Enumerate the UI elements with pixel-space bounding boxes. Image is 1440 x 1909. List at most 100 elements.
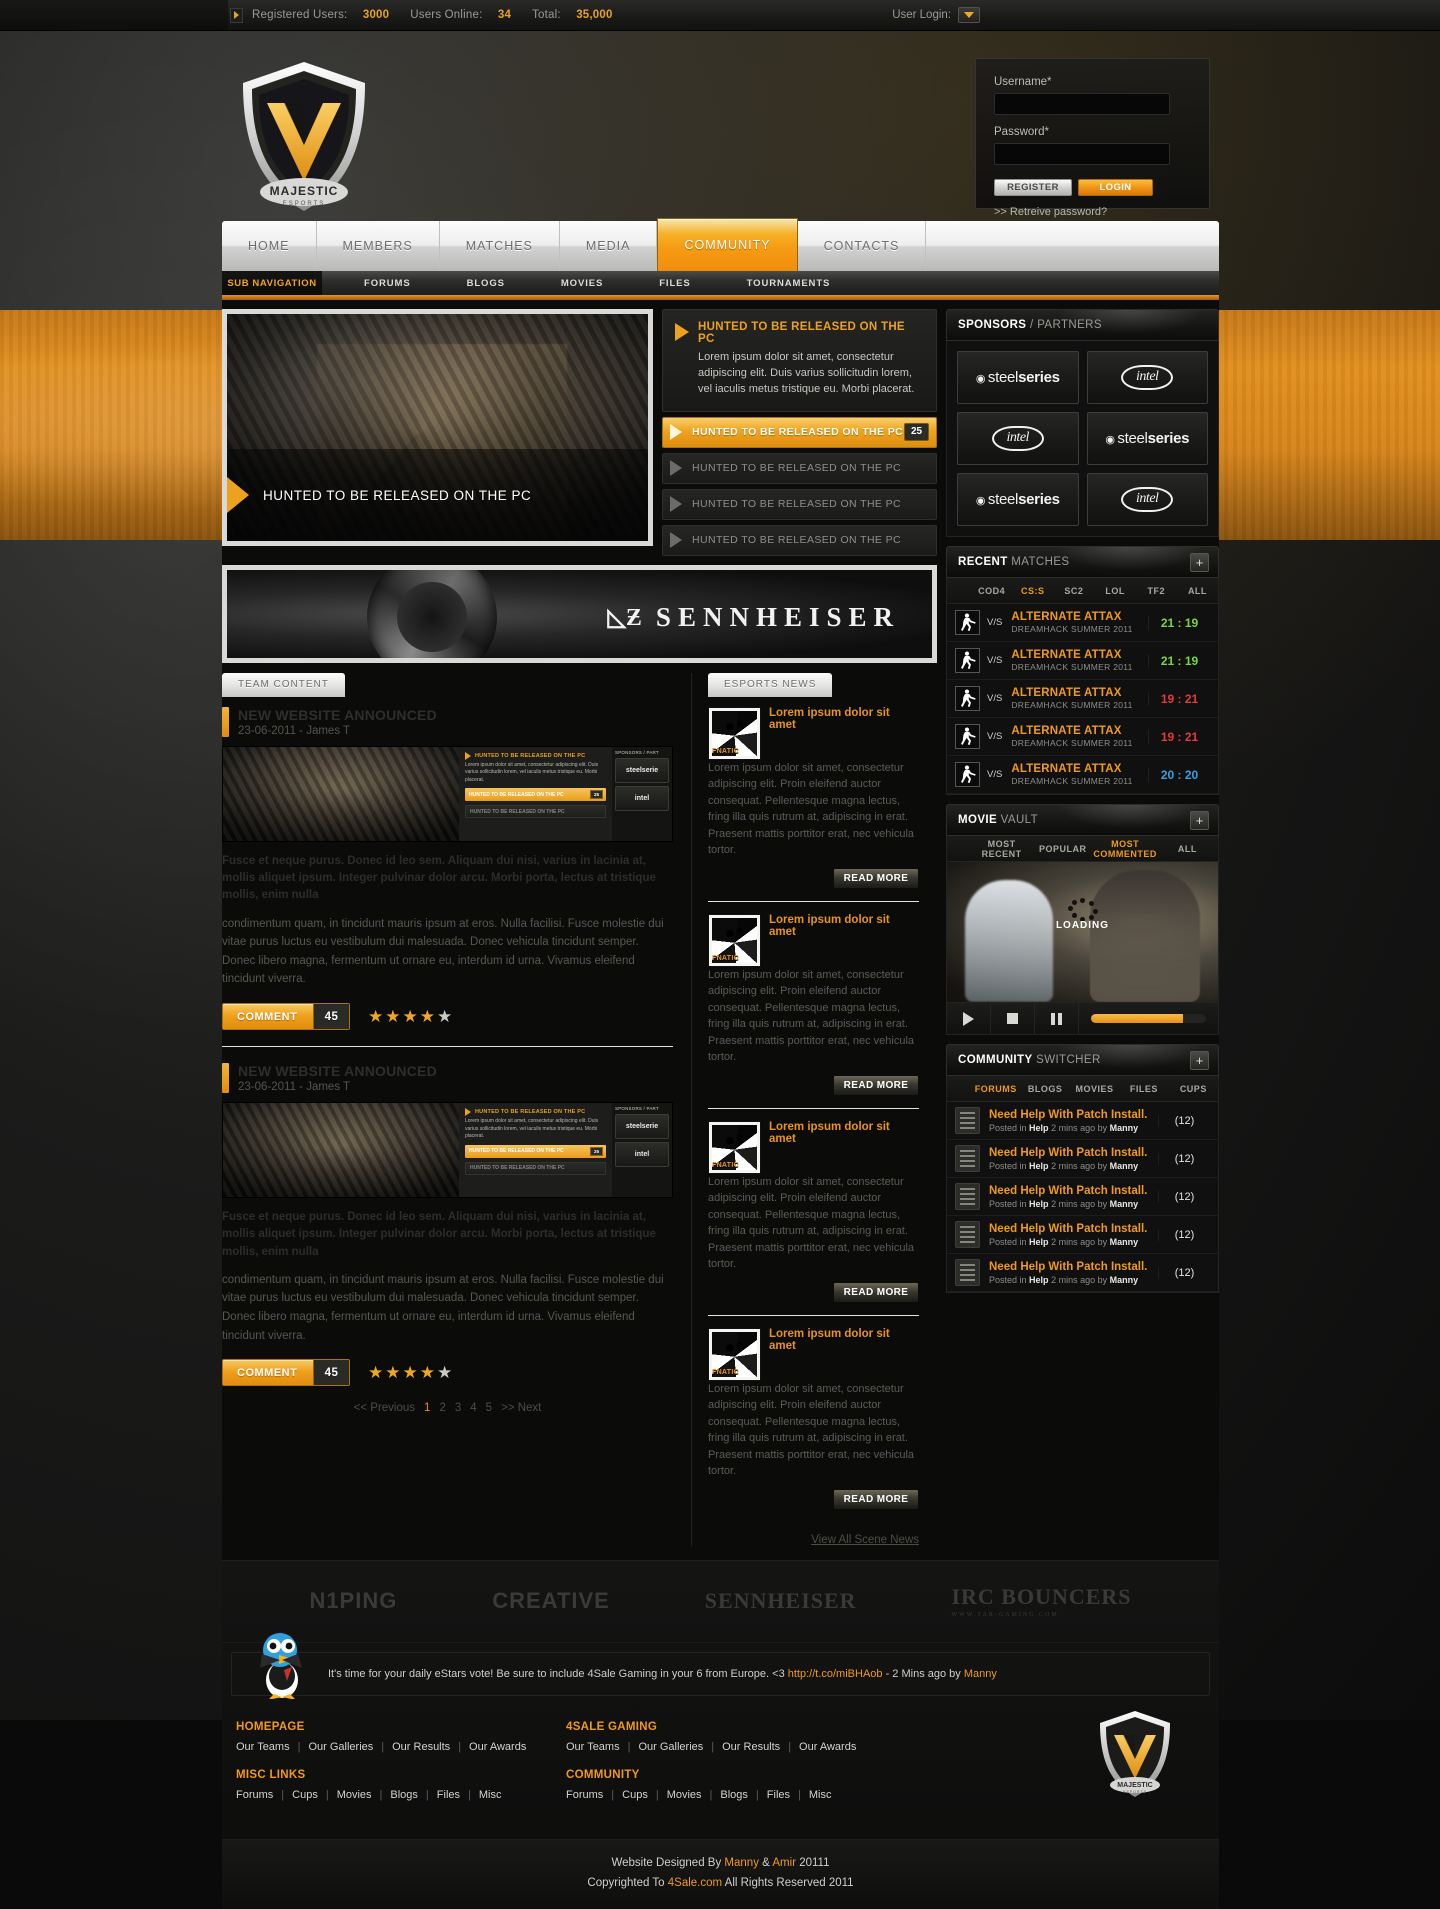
tab-movies[interactable]: MOVIES [1070,1084,1119,1094]
footer-link[interactable]: Our Galleries [638,1741,703,1753]
expand-arrow-icon[interactable] [230,7,243,23]
rating-star[interactable]: ★ [403,1364,418,1381]
tab-files[interactable]: FILES [1119,1084,1168,1094]
footer-link[interactable]: Movies [667,1789,702,1801]
rating-star[interactable]: ★ [437,1364,452,1381]
community-expand-button[interactable]: + [1190,1051,1209,1070]
footer-link[interactable]: Our Galleries [308,1741,373,1753]
match-row[interactable]: V/S ALTERNATE ATTAX DREAMHACK SUMMER 2011 2… [947,642,1218,680]
match-row[interactable]: V/S ALTERNATE ATTAX DREAMHACK SUMMER 2011 2… [947,756,1218,794]
tab-cod4[interactable]: COD4 [971,586,1012,596]
sponsor-logo-steelseries[interactable]: steelseries [957,351,1079,404]
footer-sponsor-n1ping[interactable]: N1PING [309,1588,397,1614]
play-button[interactable] [947,1002,991,1035]
read-more-button[interactable]: READ MORE [833,867,919,889]
chevron-down-icon[interactable] [958,7,980,23]
comment-button[interactable]: COMMENT 45 [222,1359,350,1387]
footer-link[interactable]: Our Teams [566,1741,620,1753]
article-title[interactable]: NEW WEBSITE ANNOUNCED [238,707,437,723]
retrieve-password-link[interactable]: >> Retreive password? [994,206,1191,218]
user-login-toggle[interactable]: User Login: [892,7,980,23]
rating-star[interactable]: ★ [420,1008,435,1025]
article-thumbnail[interactable]: HUNTED TO BE RELEASED ON THE PC Lorem ips… [222,1102,673,1199]
subnav-item-forums[interactable]: FORUMS [336,278,439,289]
rating-star[interactable]: ★ [420,1364,435,1381]
tab-forums[interactable]: FORUMS [971,1084,1020,1094]
progress-track[interactable] [1091,1014,1206,1023]
thread-title[interactable]: Need Help With Patch Install. [989,1261,1158,1273]
tab-most-commented[interactable]: MOST COMMENTED [1093,839,1157,859]
footer-link[interactable]: Our Teams [236,1741,290,1753]
movie-player-stage[interactable]: LOADING [947,862,1218,1002]
footer-link[interactable]: Movies [337,1789,372,1801]
designer-two-link[interactable]: Amir [772,1857,796,1869]
footer-link[interactable]: Misc [809,1789,832,1801]
tweet-link[interactable]: http://t.co/miBHAob [788,1668,883,1680]
nav-item-members[interactable]: MEMBERS [317,221,440,271]
copyright-site-link[interactable]: 4Sale.com [668,1877,722,1889]
nav-item-contacts[interactable]: CONTACTS [798,221,927,271]
subnav-item-movies[interactable]: MOVIES [533,278,631,289]
featured-list-item[interactable]: HUNTED TO BE RELEASED ON THE PC [662,452,937,484]
register-button[interactable]: REGISTER [994,179,1072,196]
designer-one-link[interactable]: Manny [724,1857,759,1869]
footer-link[interactable]: Forums [236,1789,273,1801]
rating-star[interactable]: ★ [385,1364,400,1381]
read-more-button[interactable]: READ MORE [833,1074,919,1096]
footer-link[interactable]: Files [767,1789,790,1801]
match-row[interactable]: V/S ALTERNATE ATTAX DREAMHACK SUMMER 2011 1… [947,718,1218,756]
footer-link[interactable]: Cups [622,1789,648,1801]
subnav-item-blogs[interactable]: BLOGS [439,278,533,289]
tab-most-recent[interactable]: MOST RECENT [971,839,1032,859]
nav-item-media[interactable]: MEDIA [560,221,658,271]
sponsor-logo-intel[interactable]: intel [1086,473,1208,526]
tab-esports-news[interactable]: ESPORTS NEWS [708,672,833,697]
read-more-button[interactable]: READ MORE [833,1281,919,1303]
news-title[interactable]: Lorem ipsum dolor sit amet [769,914,919,938]
footer-link[interactable]: Blogs [720,1789,748,1801]
tab-cs-s[interactable]: CS:S [1012,586,1053,596]
thread-title[interactable]: Need Help With Patch Install. [989,1223,1158,1235]
sponsor-logo-steelseries[interactable]: steelseries [1086,412,1208,465]
pager-page-5[interactable]: 5 [486,1402,492,1414]
subnav-item-tournaments[interactable]: TOURNAMENTS [719,278,859,289]
comment-button[interactable]: COMMENT 45 [222,1003,350,1031]
footer-link[interactable]: Our Awards [469,1741,526,1753]
tab-all[interactable]: ALL [1157,844,1218,854]
thread-title[interactable]: Need Help With Patch Install. [989,1147,1158,1159]
featured-list-item[interactable]: HUNTED TO BE RELEASED ON THE PC 25 [662,416,937,448]
nav-item-matches[interactable]: MATCHES [440,221,561,271]
site-logo[interactable]: MAJESTIC ESPORTS [237,59,372,214]
footer-link[interactable]: Blogs [390,1789,418,1801]
tweet-author[interactable]: Manny [964,1668,997,1680]
footer-sponsor-sennheiser[interactable]: SENNHEISER [705,1588,857,1614]
pause-button[interactable] [1035,1002,1079,1035]
view-all-news-link[interactable]: View All Scene News [708,1534,919,1546]
sponsor-logo-intel[interactable]: intel [1086,351,1208,404]
footer-link[interactable]: Misc [479,1789,502,1801]
thread-title[interactable]: Need Help With Patch Install. [989,1109,1158,1121]
tab-all[interactable]: ALL [1177,586,1218,596]
subnav-item-files[interactable]: FILES [631,278,718,289]
news-title[interactable]: Lorem ipsum dolor sit amet [769,1121,919,1145]
footer-link[interactable]: Our Awards [799,1741,856,1753]
rating-star[interactable]: ★ [437,1008,452,1025]
news-title[interactable]: Lorem ipsum dolor sit amet [769,1328,919,1352]
movie-expand-button[interactable]: + [1190,811,1209,830]
pager-page-3[interactable]: 3 [455,1402,461,1414]
pager-page-2[interactable]: 2 [439,1402,445,1414]
community-row[interactable]: Need Help With Patch Install. Posted in H… [947,1102,1218,1140]
pager-next[interactable]: >> Next [501,1402,541,1414]
sponsor-logo-steelseries[interactable]: steelseries [957,473,1079,526]
footer-sponsor-creative[interactable]: CREATIVE [492,1588,610,1614]
tab-blogs[interactable]: BLOGS [1020,1084,1069,1094]
footer-link[interactable]: Our Results [722,1741,780,1753]
tab-sc2[interactable]: SC2 [1053,586,1094,596]
featured-list-item[interactable]: HUNTED TO BE RELEASED ON THE PC [662,488,937,520]
footer-link[interactable]: Files [437,1789,460,1801]
sennheiser-banner[interactable]: ◺Ƶ SENNHEISER [222,564,937,663]
footer-link[interactable]: Forums [566,1789,603,1801]
password-input[interactable] [994,143,1170,165]
matches-expand-button[interactable]: + [1190,553,1209,572]
rating-star[interactable]: ★ [368,1364,383,1381]
